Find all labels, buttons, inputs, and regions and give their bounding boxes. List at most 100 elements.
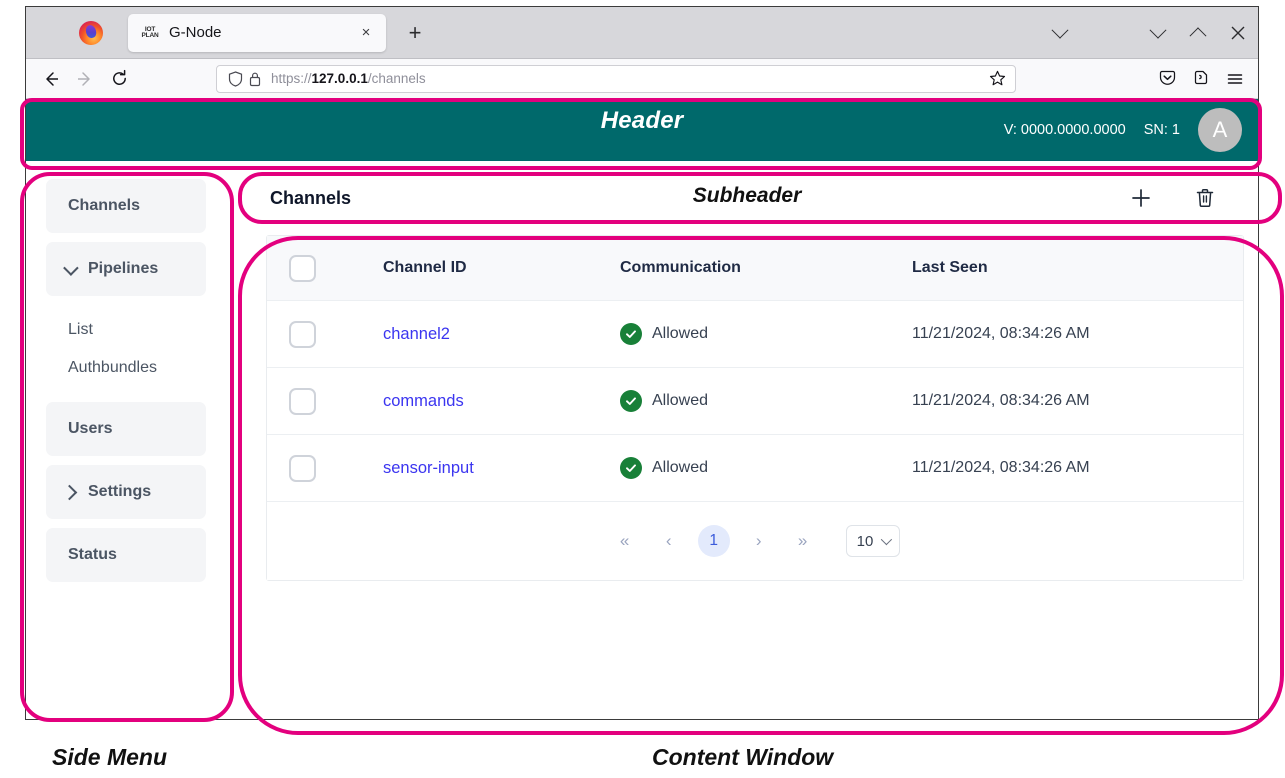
toolbar-right-icons — [1150, 62, 1258, 96]
sidebar-item-list[interactable]: List — [68, 321, 206, 339]
table-head: Channel ID Communication Last Seen — [267, 236, 1243, 301]
table-row[interactable]: channel2 Allowed 11/21/2024, 08:34:26 AM — [267, 300, 1243, 368]
cell-channel-id: sensor-input — [382, 434, 619, 502]
first-page-icon[interactable]: « — [610, 526, 640, 556]
cell-channel-id: commands — [382, 367, 619, 435]
cell-communication: Allowed — [619, 367, 911, 435]
cell-last-seen: 11/21/2024, 08:34:26 AM — [911, 300, 1243, 368]
status-allowed-icon — [620, 323, 642, 345]
url-path: /channels — [367, 71, 426, 86]
sidebar-item-label: Users — [68, 420, 113, 437]
sidebar-item-label: Pipelines — [88, 260, 159, 277]
prev-page-icon[interactable]: ‹ — [654, 526, 684, 556]
subheader-annotation-label: Subheader — [692, 184, 802, 207]
rows-per-page-select[interactable]: 10 — [845, 525, 901, 557]
browser-nav-toolbar: https://127.0.0.1/channels — [26, 59, 1258, 99]
channel-link[interactable]: channel2 — [383, 325, 450, 343]
table-body: channel2 Allowed 11/21/2024, 08:34:26 AM… — [267, 300, 1243, 502]
subheader: Channels Subheader — [250, 175, 1244, 221]
browser-tab-title: G-Node — [169, 24, 222, 41]
shield-icon[interactable] — [225, 69, 245, 89]
channel-link[interactable]: sensor-input — [383, 459, 474, 477]
content-window: Channels Subheader Channel ID Communicat… — [236, 161, 1258, 719]
firefox-logo-icon — [79, 20, 103, 45]
column-header-last-seen: Last Seen — [911, 236, 1243, 301]
bookmark-star-icon[interactable] — [987, 69, 1007, 89]
cell-last-seen: 11/21/2024, 08:34:26 AM — [911, 367, 1243, 435]
status-allowed-icon — [620, 390, 642, 412]
header-right-group: V: 0000.0000.0000 SN: 1 A — [1004, 99, 1242, 161]
page-number-1[interactable]: 1 — [697, 525, 730, 557]
row-select-cell — [267, 300, 382, 368]
chevron-down-icon — [63, 259, 79, 276]
side-menu: Channels Pipelines List Authbundles User… — [26, 161, 236, 719]
extensions-icon[interactable] — [1184, 62, 1218, 96]
sidebar-item-users[interactable]: Users — [46, 402, 206, 456]
sidebar-item-label: Channels — [68, 197, 141, 214]
lock-icon[interactable] — [245, 69, 265, 89]
rows-per-page-value: 10 — [856, 532, 874, 550]
sidebar-item-label: Settings — [88, 483, 152, 500]
row-checkbox[interactable] — [289, 320, 316, 348]
table-row[interactable]: commands Allowed 11/21/2024, 08:34:26 AM — [267, 367, 1243, 435]
tab-close-icon[interactable]: × — [355, 22, 377, 44]
row-select-cell — [267, 367, 382, 435]
annotation-label-content-window: Content Window — [652, 744, 834, 770]
favicon-line-2: PLAN — [141, 31, 159, 39]
sidebar-item-channels[interactable]: Channels — [46, 179, 206, 233]
last-seen-text: 11/21/2024, 08:34:26 AM — [912, 325, 1090, 342]
row-select-cell — [267, 434, 382, 502]
application-viewport: Header V: 0000.0000.0000 SN: 1 A Channel… — [26, 99, 1258, 719]
pagination: « ‹ 1 › » 10 — [267, 502, 1243, 580]
sidebar-item-status[interactable]: Status — [46, 528, 206, 582]
status-badge: Allowed — [652, 392, 709, 409]
list-all-tabs-icon[interactable] — [1040, 7, 1080, 59]
reload-icon[interactable] — [102, 62, 136, 96]
version-text: V: 0000.0000.0000 — [1003, 122, 1126, 138]
chevron-down-icon — [881, 533, 893, 546]
chevron-right-icon — [61, 484, 78, 500]
browser-window: IOT PLAN G-Node × + https://127.0.0.1/ch… — [25, 6, 1259, 720]
sidebar-item-pipelines[interactable]: Pipelines — [46, 242, 206, 296]
url-scheme: https:// — [271, 71, 312, 86]
app-header: Header V: 0000.0000.0000 SN: 1 A — [26, 99, 1258, 161]
minimize-window-icon[interactable] — [1138, 7, 1178, 59]
channels-table: Channel ID Communication Last Seen chann… — [267, 236, 1243, 502]
forward-icon[interactable] — [68, 62, 102, 96]
column-header-communication: Communication — [619, 236, 911, 301]
pocket-icon[interactable] — [1150, 62, 1184, 96]
url-text: https://127.0.0.1/channels — [271, 71, 426, 86]
select-all-checkbox[interactable] — [289, 254, 316, 282]
url-bar[interactable]: https://127.0.0.1/channels — [216, 64, 1016, 93]
close-window-icon[interactable] — [1218, 7, 1258, 59]
app-body: Channels Pipelines List Authbundles User… — [26, 161, 1258, 719]
cell-communication: Allowed — [619, 434, 911, 502]
browser-tab-strip: IOT PLAN G-Node × + — [26, 7, 1258, 59]
status-badge: Allowed — [652, 459, 709, 476]
table-row[interactable]: sensor-input Allowed 11/21/2024, 08:34:2… — [267, 434, 1243, 502]
sidebar-item-settings[interactable]: Settings — [46, 465, 206, 519]
row-checkbox[interactable] — [289, 387, 316, 415]
next-page-icon[interactable]: › — [744, 526, 774, 556]
last-seen-text: 11/21/2024, 08:34:26 AM — [912, 392, 1090, 409]
last-page-icon[interactable]: » — [788, 526, 818, 556]
column-header-channel-id: Channel ID — [382, 236, 619, 301]
maximize-window-icon[interactable] — [1178, 7, 1218, 59]
sidebar-item-authbundles[interactable]: Authbundles — [68, 359, 206, 377]
channels-table-card: Channel ID Communication Last Seen chann… — [266, 235, 1244, 581]
channel-link[interactable]: commands — [383, 392, 464, 410]
avatar[interactable]: A — [1198, 108, 1242, 152]
row-checkbox[interactable] — [289, 454, 316, 482]
annotation-label-side-menu: Side Menu — [52, 744, 168, 770]
select-all-header — [267, 236, 382, 301]
window-controls — [1040, 7, 1258, 59]
back-icon[interactable] — [34, 62, 68, 96]
status-allowed-icon — [620, 457, 642, 479]
table-header-row: Channel ID Communication Last Seen — [267, 236, 1243, 301]
app-menu-icon[interactable] — [1218, 62, 1252, 96]
new-tab-button[interactable]: + — [402, 20, 428, 46]
browser-tab-g-node[interactable]: IOT PLAN G-Node × — [128, 13, 386, 52]
cell-communication: Allowed — [619, 300, 911, 368]
url-host: 127.0.0.1 — [311, 71, 368, 86]
serial-number-text: SN: 1 — [1143, 122, 1180, 138]
